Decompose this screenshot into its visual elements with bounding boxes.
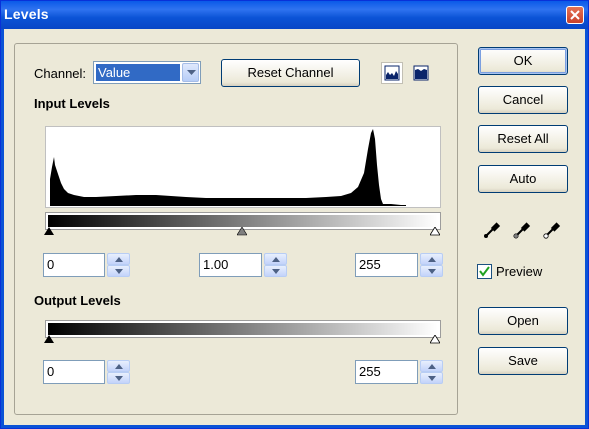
input-histogram[interactable] [45,126,441,208]
window-title: Levels [4,6,49,22]
save-button[interactable]: Save [478,347,568,375]
arrow-down-icon [428,269,436,274]
output-gradient-bar [45,320,441,338]
input-white-increment[interactable] [420,253,443,265]
logarithmic-histogram-icon [413,65,429,81]
output-white-point-slider[interactable] [430,335,440,344]
preview-checkbox[interactable] [477,264,492,279]
open-button[interactable]: Open [478,307,568,335]
black-point-picker-button[interactable] [482,220,502,240]
arrow-down-icon [115,269,123,274]
input-gamma-decrement[interactable] [264,265,287,277]
white-point-picker-button[interactable] [542,220,562,240]
preview-label[interactable]: Preview [496,264,542,279]
arrow-down-icon [428,376,436,381]
linear-histogram-button[interactable] [381,62,403,84]
output-white-decrement[interactable] [420,372,443,384]
gray-point-picker-button[interactable] [512,220,532,240]
pick-black-point-icon [484,222,501,238]
output-white-field[interactable]: 255 [355,360,418,384]
window-border-right [585,29,588,428]
channel-select-value: Value [96,64,180,81]
input-white-field[interactable]: 255 [355,253,418,277]
output-black-field[interactable]: 0 [43,360,105,384]
arrow-up-icon [115,257,123,262]
output-black-decrement[interactable] [107,372,130,384]
logarithmic-histogram-button[interactable] [410,62,432,84]
output-black-increment[interactable] [107,360,130,372]
linear-histogram-icon [384,65,400,81]
title-bar[interactable]: Levels [1,1,588,29]
close-button[interactable] [566,6,584,24]
cancel-button[interactable]: Cancel [478,86,568,114]
levels-dialog: Levels Channel: Value Reset Channel Inpu… [0,0,589,429]
checkmark-icon [479,266,490,277]
pick-white-point-icon [543,222,561,239]
window-border-left [1,29,4,428]
histogram-graph [50,129,406,206]
input-black-field[interactable]: 0 [43,253,105,277]
arrow-up-icon [428,364,436,369]
chevron-down-icon [187,70,196,75]
reset-all-button[interactable]: Reset All [478,125,568,153]
arrow-down-icon [115,376,123,381]
ok-button[interactable]: OK [478,47,568,75]
output-white-increment[interactable] [420,360,443,372]
input-black-point-slider[interactable] [44,227,54,236]
window-border-bottom [1,425,588,428]
output-black-point-slider[interactable] [44,335,54,344]
arrow-up-icon [115,364,123,369]
output-levels-heading: Output Levels [34,293,121,308]
channel-select[interactable]: Value [93,61,201,84]
input-gamma-field[interactable]: 1.00 [199,253,262,277]
input-black-decrement[interactable] [107,265,130,277]
arrow-down-icon [272,269,280,274]
channel-label: Channel: [34,66,87,81]
reset-channel-button[interactable]: Reset Channel [221,59,360,87]
input-gamma-increment[interactable] [264,253,287,265]
arrow-up-icon [428,257,436,262]
input-white-point-slider[interactable] [430,227,440,236]
channel-dropdown-button[interactable] [182,63,199,82]
pick-gray-point-icon [513,222,531,239]
input-levels-heading: Input Levels [34,96,110,111]
arrow-up-icon [272,257,280,262]
input-black-increment[interactable] [107,253,130,265]
input-gamma-slider[interactable] [237,227,247,236]
close-icon [570,10,580,20]
input-white-decrement[interactable] [420,265,443,277]
auto-button[interactable]: Auto [478,165,568,193]
